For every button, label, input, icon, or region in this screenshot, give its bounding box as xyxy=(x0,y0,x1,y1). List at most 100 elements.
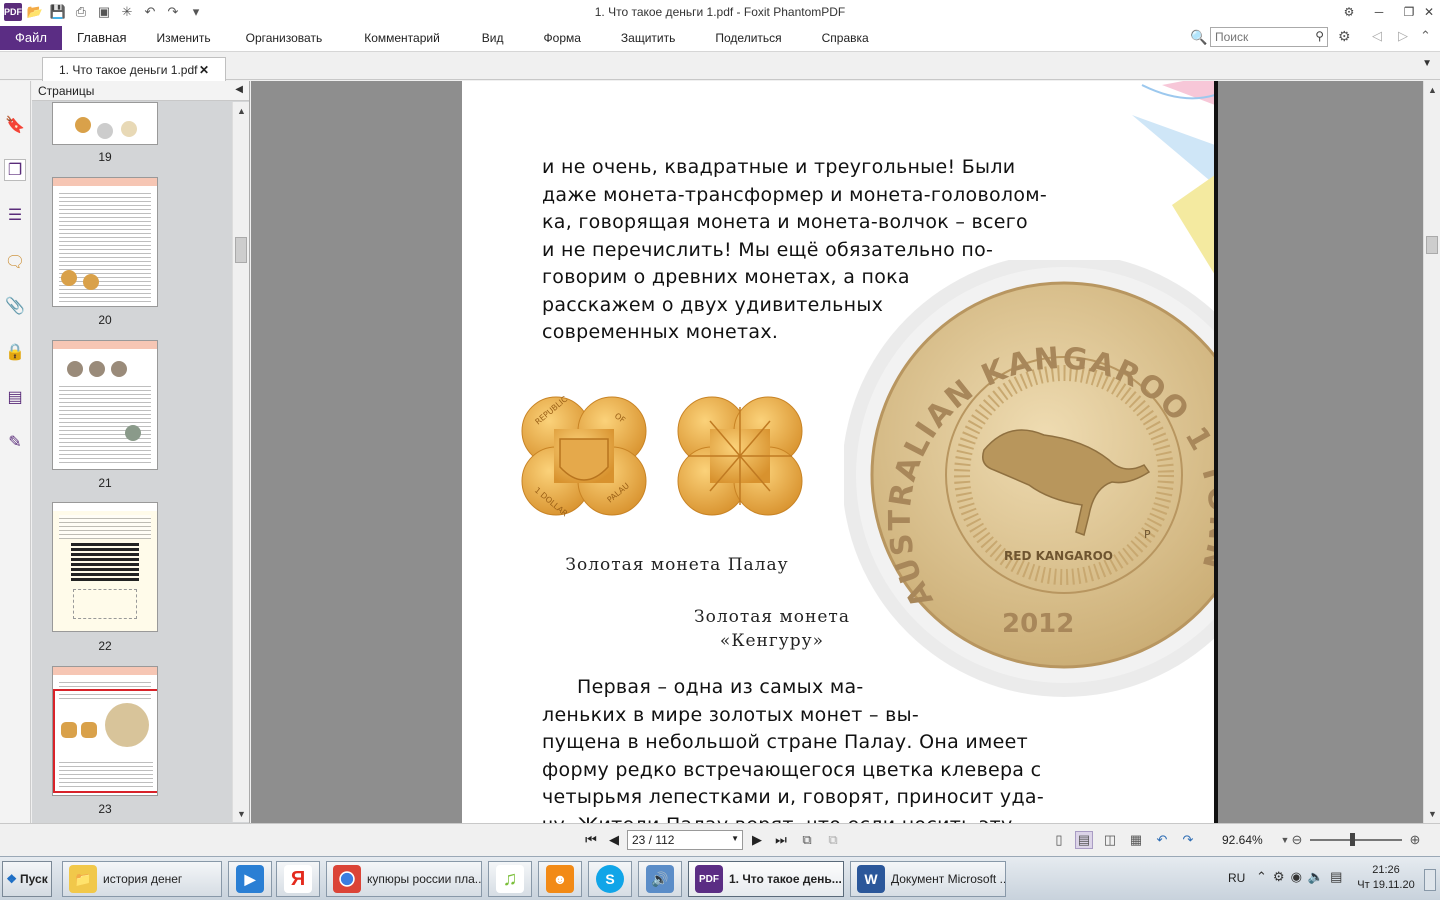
page-number-field[interactable]: 23 / 112 ▼ xyxy=(627,830,743,850)
customize-icon[interactable]: ▾ xyxy=(186,2,206,22)
taskbar-item-foxit[interactable]: PDF 1. Что такое день... xyxy=(688,861,844,897)
title-bar: PDF 📂 💾 ⎙ ▣ ✳ ↶ ↷ ▾ 1. Что такое деньги … xyxy=(0,0,1440,24)
clock[interactable]: 21:26 Чт 19.11.20 xyxy=(1350,863,1422,893)
new-icon[interactable]: ✳ xyxy=(117,2,137,22)
next-view-icon[interactable]: ⧉ xyxy=(824,831,842,849)
forward-arrow-icon[interactable]: ▷ xyxy=(1398,28,1408,44)
language-indicator[interactable]: RU xyxy=(1228,871,1245,885)
network-icon[interactable]: ▤ xyxy=(1330,869,1348,884)
volume-icon[interactable]: 🔈 xyxy=(1308,869,1330,884)
document-scroll-thumb[interactable] xyxy=(1426,236,1438,254)
signature-icon[interactable]: ✎ xyxy=(4,431,26,453)
menu-protect[interactable]: Защитить xyxy=(601,26,695,50)
taskbar-item-music[interactable]: ♫ xyxy=(488,861,532,897)
zoom-in-icon[interactable]: ⊕ xyxy=(1406,831,1424,849)
pages-panel-scrollbar[interactable]: ▲ ▼ xyxy=(232,102,249,822)
redo-icon[interactable]: ↷ xyxy=(163,2,183,22)
pages-icon[interactable]: ❐ xyxy=(4,159,26,181)
document-view[interactable]: и не очень, квадратные и треугольные! Бы… xyxy=(251,81,1423,823)
form-fields-icon[interactable]: ▤ xyxy=(4,386,26,408)
rotate-left-icon[interactable]: ↶ xyxy=(1153,831,1171,849)
ribbon-menu: Файл Главная Изменить Организовать Комме… xyxy=(0,24,1440,52)
tab-list-icon[interactable]: ▼ xyxy=(1422,58,1432,69)
text-line: форму редко встречающегося цветка клевер… xyxy=(542,758,1042,781)
menu-home[interactable]: Главная xyxy=(62,26,141,50)
last-page-icon[interactable]: ⏭ xyxy=(772,831,790,849)
lock-icon[interactable]: 🔒 xyxy=(4,341,26,363)
settings-icon[interactable]: ⚙ xyxy=(1338,28,1351,45)
zoom-slider[interactable] xyxy=(1310,833,1402,846)
page-thumbnail-19[interactable] xyxy=(52,102,158,145)
print-icon[interactable]: ⎙ xyxy=(71,2,91,22)
menu-comment[interactable]: Комментарий xyxy=(342,26,462,50)
frame-icon[interactable]: ▣ xyxy=(94,2,114,22)
taskbar-item-chrome[interactable]: купюры россии пла... xyxy=(326,861,482,897)
menu-help[interactable]: Справка xyxy=(802,26,889,50)
close-button[interactable]: ✕ xyxy=(1414,2,1440,22)
menu-organize[interactable]: Организовать xyxy=(226,26,343,50)
zoom-slider-handle[interactable] xyxy=(1350,833,1355,846)
next-page-icon[interactable]: ▶ xyxy=(748,831,766,849)
pages-panel-scroll-thumb[interactable] xyxy=(235,237,247,263)
zoom-value[interactable]: 92.64% xyxy=(1222,833,1263,847)
collapse-panel-icon[interactable]: ◀ xyxy=(235,84,243,95)
menu-view[interactable]: Вид xyxy=(462,26,524,50)
search-icon[interactable]: ⚲ xyxy=(1315,29,1324,43)
show-desktop-button[interactable] xyxy=(1424,869,1436,891)
help-icon[interactable]: ⚙ xyxy=(1334,2,1364,22)
taskbar-item-explorer[interactable]: 📁 история денег xyxy=(62,861,222,897)
tray-app-icon[interactable]: ⚙ xyxy=(1273,869,1291,884)
scroll-down-icon[interactable]: ▼ xyxy=(1424,805,1440,822)
chevron-down-icon[interactable]: ▼ xyxy=(731,834,739,843)
find-folder-icon[interactable]: 🔍 xyxy=(1190,29,1207,46)
folder-icon[interactable]: 📂 xyxy=(25,2,45,22)
rotate-right-icon[interactable]: ↷ xyxy=(1179,831,1197,849)
menu-share[interactable]: Поделиться xyxy=(695,26,801,50)
document-tab[interactable]: 1. Что такое деньги 1.pdf ✕ xyxy=(42,57,226,81)
taskbar-item-audio[interactable]: 🔊 xyxy=(638,861,682,897)
scroll-down-icon[interactable]: ▼ xyxy=(233,805,250,822)
word-icon: W xyxy=(857,865,885,893)
ribbon-collapse-icon[interactable]: ⌃ xyxy=(1420,28,1431,44)
page-thumbnail-21[interactable] xyxy=(52,340,158,470)
previous-page-icon[interactable]: ◀ xyxy=(605,831,623,849)
menu-form[interactable]: Форма xyxy=(524,26,601,50)
continuous-facing-view-icon[interactable]: ▦ xyxy=(1127,831,1145,849)
single-page-view-icon[interactable]: ▯ xyxy=(1050,831,1068,849)
start-button[interactable]: ❖ Пуск xyxy=(2,861,52,897)
menu-file[interactable]: Файл xyxy=(0,25,62,50)
undo-icon[interactable]: ↶ xyxy=(140,2,160,22)
taskbar-item-skype[interactable]: S xyxy=(588,861,632,897)
zoom-out-icon[interactable]: ⊖ xyxy=(1288,831,1306,849)
minimize-button[interactable]: ─ xyxy=(1364,2,1394,22)
comments-icon[interactable]: 🗨 xyxy=(4,251,26,273)
page-thumbnail-23[interactable] xyxy=(52,666,158,796)
tray-expand-icon[interactable]: ⌃ xyxy=(1256,869,1273,884)
tray-shield-icon[interactable]: ◉ xyxy=(1291,869,1308,884)
system-tray: ⌃⚙◉🔈▤ xyxy=(1256,869,1348,885)
taskbar-item-yandex[interactable]: Я xyxy=(276,861,320,897)
facing-view-icon[interactable]: ◫ xyxy=(1101,831,1119,849)
text-line: чу. Жители Палау верят, что если носить … xyxy=(542,812,1044,824)
back-arrow-icon[interactable]: ◁ xyxy=(1372,28,1382,44)
menu-edit[interactable]: Изменить xyxy=(141,26,225,50)
taskbar-item-media-player[interactable]: ▶ xyxy=(228,861,272,897)
close-tab-icon[interactable]: ✕ xyxy=(199,63,209,77)
first-page-icon[interactable]: ⏮ xyxy=(582,831,600,849)
scroll-up-icon[interactable]: ▲ xyxy=(233,102,250,119)
save-icon[interactable]: 💾 xyxy=(48,2,68,22)
layers-icon[interactable]: ☰ xyxy=(4,204,26,226)
scroll-up-icon[interactable]: ▲ xyxy=(1424,81,1440,98)
document-tab-label: 1. Что такое деньги 1.pdf xyxy=(59,63,198,77)
search-input[interactable] xyxy=(1210,27,1328,47)
page-thumbnail-20[interactable] xyxy=(52,177,158,307)
page-thumbnail-22[interactable] xyxy=(52,502,158,632)
bookmark-icon[interactable]: 🔖 xyxy=(4,114,26,136)
continuous-view-icon[interactable]: ▤ xyxy=(1075,831,1093,849)
previous-view-icon[interactable]: ⧉ xyxy=(798,831,816,849)
taskbar-item-word[interactable]: W Документ Microsoft ... xyxy=(850,861,1006,897)
document-scrollbar[interactable]: ▲ ▼ xyxy=(1423,81,1440,823)
clock-time: 21:26 xyxy=(1372,864,1400,876)
attachment-icon[interactable]: 📎 xyxy=(4,295,26,317)
taskbar-item-odnoklassniki[interactable]: ☻ xyxy=(538,861,582,897)
